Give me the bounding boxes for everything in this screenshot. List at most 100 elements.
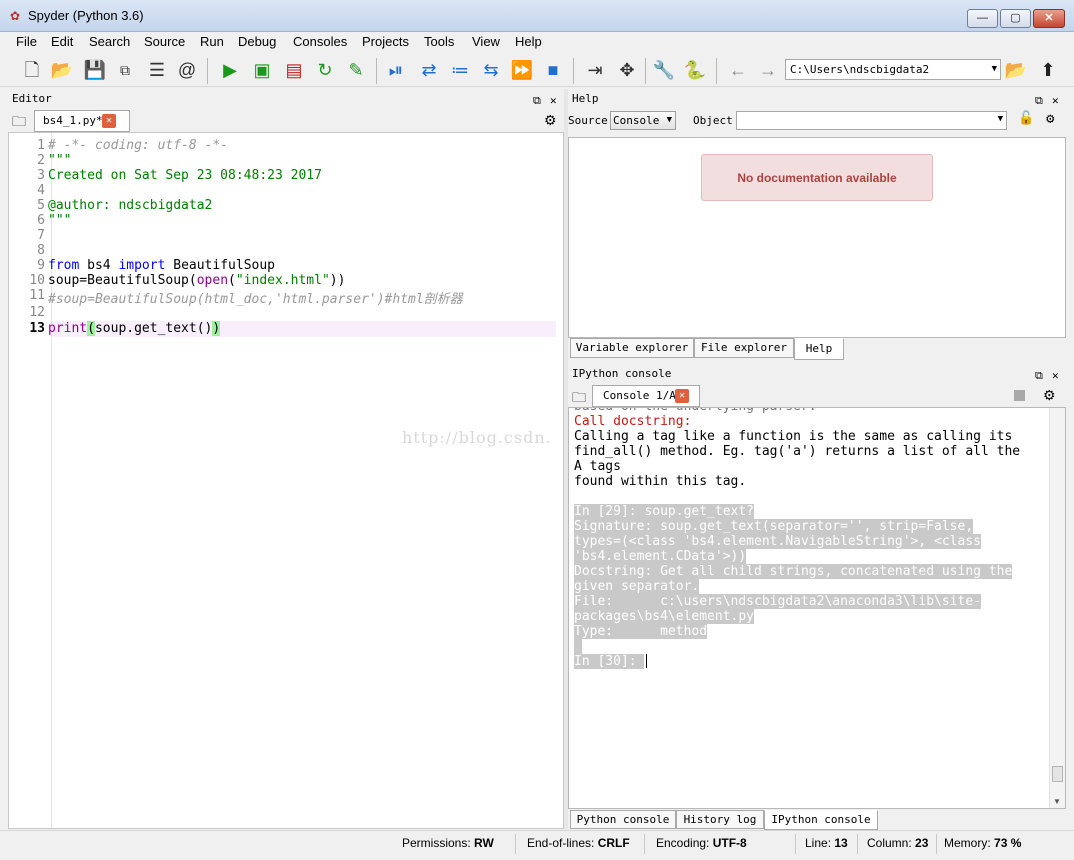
- code-line: """: [48, 153, 72, 168]
- save-icon[interactable]: 💾: [83, 58, 107, 82]
- code-line: Created on Sat Sep 23 08:48:23 2017: [48, 168, 322, 183]
- line-number: 2: [37, 153, 45, 168]
- editor-tab-label: bs4_1.py*: [43, 114, 103, 127]
- run-icon[interactable]: ▶: [218, 58, 242, 82]
- code-line: soup=BeautifulSoup(open("index.html")): [48, 273, 346, 288]
- code-line: from bs4 import BeautifulSoup: [48, 258, 275, 273]
- source-select[interactable]: Console ▼: [610, 111, 676, 130]
- console-pane-header: IPython console ⧉ ✕: [568, 364, 1066, 383]
- step-return-icon[interactable]: ⇆: [479, 58, 503, 82]
- browse-tabs-icon[interactable]: ☰: [145, 58, 169, 82]
- line-number: 6: [37, 213, 45, 228]
- back-arrow-icon[interactable]: ←: [726, 58, 750, 82]
- editor-tab[interactable]: bs4_1.py* ✕: [34, 110, 130, 132]
- gear-icon[interactable]: ⚙: [1046, 111, 1054, 127]
- eol-status: End-of-lines: CRLF: [527, 836, 630, 850]
- console-tab-bar: 🗀 Console 1/A ✕ ⚙: [568, 383, 1066, 407]
- rerun-icon[interactable]: ↻: [313, 58, 337, 82]
- run-cell-icon[interactable]: ▣: [250, 58, 274, 82]
- debug-icon[interactable]: ⏯: [384, 58, 408, 82]
- scrollbar-thumb[interactable]: [1052, 766, 1063, 782]
- code-line: """: [48, 213, 72, 228]
- line-number: 8: [37, 243, 45, 258]
- tab-history-log[interactable]: History log: [676, 810, 764, 829]
- fullscreen-icon[interactable]: ✥: [615, 58, 639, 82]
- tab-help[interactable]: Help: [794, 338, 844, 360]
- line-number: 3: [37, 168, 45, 183]
- menu-source[interactable]: Source: [144, 34, 185, 49]
- console-pane-title: IPython console: [572, 367, 672, 380]
- python-path-icon[interactable]: 🐍: [683, 58, 707, 82]
- gear-icon[interactable]: ⚙: [1043, 387, 1056, 404]
- stop-kernel-icon[interactable]: [1014, 390, 1025, 401]
- tab-file-explorer[interactable]: File explorer: [694, 338, 794, 358]
- stop-debug-icon[interactable]: ■: [541, 58, 565, 82]
- line-number: 4: [37, 183, 45, 198]
- object-input[interactable]: ▼: [736, 111, 1007, 130]
- parent-directory-icon[interactable]: ⬆: [1036, 58, 1060, 82]
- working-directory-value: C:\Users\ndscbigdata2: [790, 63, 930, 76]
- close-tab-icon[interactable]: ✕: [675, 389, 689, 403]
- selection-block: [574, 639, 582, 654]
- line-number: 13: [29, 321, 45, 336]
- menu-help[interactable]: Help: [515, 34, 542, 49]
- email-icon[interactable]: @: [175, 58, 199, 82]
- line-status: Line: 13: [805, 836, 848, 850]
- working-directory-combo[interactable]: C:\Users\ndscbigdata2 ▼: [785, 59, 1001, 80]
- menu-consoles[interactable]: Consoles: [293, 34, 347, 49]
- tab-variable-explorer[interactable]: Variable explorer: [570, 338, 694, 358]
- help-pane-title: Help: [572, 92, 599, 105]
- code-editor[interactable]: 1 # -*- coding: utf-8 -*- 2 """ 3 Create…: [8, 132, 564, 829]
- column-status: Column: 23: [867, 836, 929, 850]
- maximize-pane-icon[interactable]: ⇥: [583, 58, 607, 82]
- new-file-icon[interactable]: 🗋: [20, 58, 44, 82]
- chevron-down-icon: ▼: [666, 115, 672, 125]
- menu-view[interactable]: View: [472, 34, 500, 49]
- editor-pane-title: Editor: [12, 92, 52, 105]
- ipython-console-output[interactable]: based on the underlying parser. Call doc…: [568, 407, 1066, 809]
- console-prompt: In [30]:: [574, 654, 645, 669]
- continue-icon[interactable]: ⏩: [510, 58, 534, 82]
- console-line: found within this tag.: [574, 474, 747, 489]
- chevron-down-icon[interactable]: ▼: [992, 60, 997, 79]
- preferences-icon[interactable]: 🔧: [652, 58, 676, 82]
- run-config-icon[interactable]: ✎: [344, 58, 368, 82]
- menu-edit[interactable]: Edit: [51, 34, 73, 49]
- open-file-icon[interactable]: 📂: [50, 58, 74, 82]
- menu-tools[interactable]: Tools: [424, 34, 454, 49]
- menu-projects[interactable]: Projects: [362, 34, 409, 49]
- forward-arrow-icon[interactable]: →: [756, 58, 780, 82]
- console-line: Signature: soup.get_text(separator='', s…: [574, 519, 974, 534]
- menu-search[interactable]: Search: [89, 34, 130, 49]
- close-button[interactable]: ✕: [1033, 9, 1065, 28]
- close-tab-icon[interactable]: ✕: [102, 114, 116, 128]
- minimize-button[interactable]: —: [967, 9, 998, 28]
- step-into-icon[interactable]: ≔: [448, 58, 472, 82]
- code-line: print(soup.get_text()): [48, 321, 221, 336]
- maximize-button[interactable]: ▢: [1000, 9, 1031, 28]
- editor-tab-bar: 🗀 bs4_1.py* ✕ ⚙: [8, 108, 564, 132]
- menu-run[interactable]: Run: [200, 34, 224, 49]
- no-documentation-message: No documentation available: [701, 154, 933, 201]
- scroll-down-icon[interactable]: ▼: [1053, 797, 1061, 806]
- line-number: 11: [29, 288, 45, 303]
- line-number: 9: [37, 258, 45, 273]
- menu-debug[interactable]: Debug: [238, 34, 276, 49]
- console-tab[interactable]: Console 1/A ✕: [592, 385, 700, 407]
- step-icon[interactable]: ⇄: [417, 58, 441, 82]
- console-line: find_all() method. Eg. tag('a') returns …: [574, 444, 1021, 459]
- line-number: 12: [29, 305, 45, 320]
- gear-icon[interactable]: ⚙: [544, 112, 557, 129]
- console-scrollbar[interactable]: ▼: [1049, 408, 1065, 808]
- save-all-icon[interactable]: ⧉: [113, 58, 137, 82]
- lock-icon[interactable]: 🔓: [1018, 111, 1034, 126]
- tab-ipython-console[interactable]: IPython console: [764, 810, 878, 830]
- source-select-value: Console: [613, 114, 660, 127]
- run-cell-advance-icon[interactable]: ▤: [282, 58, 306, 82]
- browse-directory-icon[interactable]: 📂: [1004, 58, 1028, 82]
- line-number: 10: [29, 273, 45, 288]
- chevron-down-icon[interactable]: ▼: [998, 114, 1003, 124]
- menu-file[interactable]: File: [16, 34, 37, 49]
- tab-python-console[interactable]: Python console: [570, 810, 676, 829]
- spyder-icon: ✿: [10, 9, 21, 23]
